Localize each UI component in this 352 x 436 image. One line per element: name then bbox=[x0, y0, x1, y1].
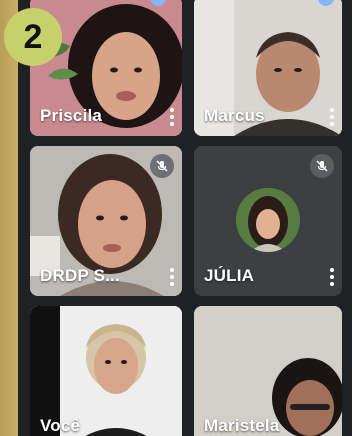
participant-tile-julia[interactable]: JÚLIA bbox=[194, 146, 342, 296]
participant-name: DRDP S... bbox=[40, 266, 120, 285]
participant-name: Você bbox=[40, 416, 81, 435]
participant-tile-maristela[interactable]: Maristela bbox=[194, 306, 342, 436]
more-vert-icon[interactable] bbox=[169, 268, 175, 286]
more-vert-icon[interactable] bbox=[329, 108, 335, 126]
participant-name: JÚLIA bbox=[204, 266, 255, 285]
mic-off-icon bbox=[310, 154, 334, 178]
participant-tile-marcus[interactable]: Marcus bbox=[194, 0, 342, 136]
step-number-badge: 2 bbox=[4, 8, 62, 66]
avatar bbox=[236, 188, 300, 252]
step-number: 2 bbox=[23, 17, 43, 56]
video-call-grid: Priscila Marcus DRDP S... JÚLIA Você Mar… bbox=[18, 0, 352, 436]
mic-off-icon bbox=[150, 154, 174, 178]
participant-name: Maristela bbox=[204, 416, 280, 435]
more-vert-icon[interactable] bbox=[169, 108, 175, 126]
participant-name: Marcus bbox=[204, 106, 265, 125]
participant-tile-drdp[interactable]: DRDP S... bbox=[30, 146, 182, 296]
more-vert-icon[interactable] bbox=[329, 268, 335, 286]
avatar-image bbox=[236, 188, 300, 252]
participant-tile-self[interactable]: Você bbox=[30, 306, 182, 436]
participant-name: Priscila bbox=[40, 106, 103, 125]
